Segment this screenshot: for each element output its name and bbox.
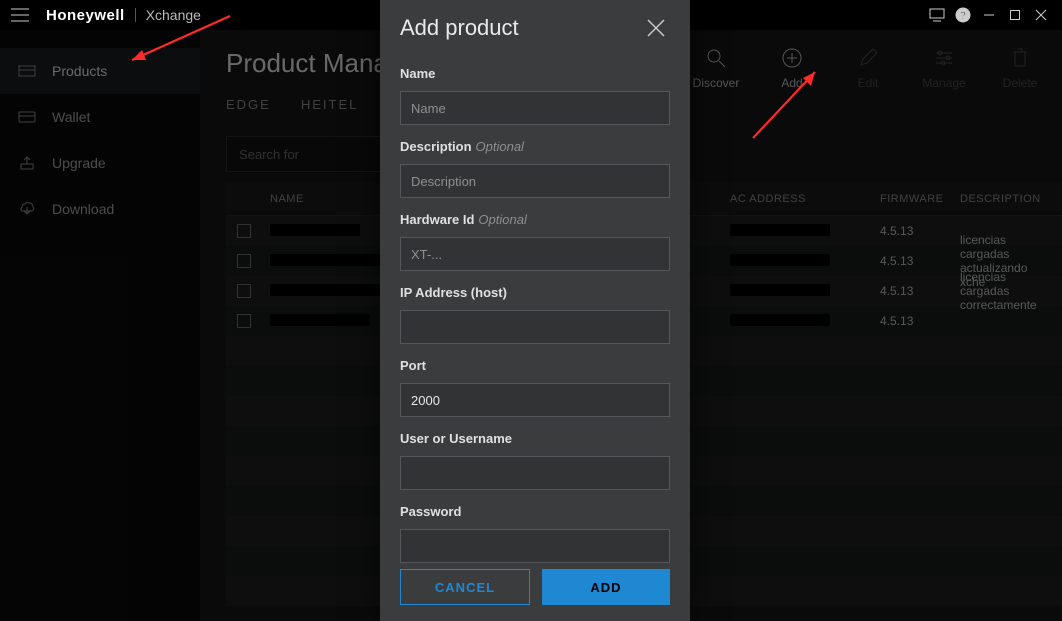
tab-edge[interactable]: EDGE bbox=[226, 97, 271, 122]
toolbar-label: Add bbox=[781, 76, 802, 90]
modal-title: Add product bbox=[400, 15, 519, 41]
sidebar: Products Wallet Upgrade Download bbox=[0, 30, 200, 621]
hamburger-menu-icon[interactable] bbox=[8, 3, 32, 27]
redacted-mac bbox=[730, 314, 830, 326]
port-input[interactable] bbox=[400, 383, 670, 417]
cancel-button[interactable]: CANCEL bbox=[400, 569, 530, 605]
row-checkbox[interactable] bbox=[237, 224, 251, 238]
tab-heitel[interactable]: HEITEL bbox=[301, 97, 359, 122]
sidebar-item-wallet[interactable]: Wallet bbox=[0, 94, 200, 140]
sidebar-item-label: Upgrade bbox=[52, 155, 106, 171]
firmware-cell: 4.5.13 bbox=[872, 284, 952, 298]
delete-button: Delete bbox=[992, 44, 1048, 90]
sidebar-item-label: Wallet bbox=[52, 109, 90, 125]
sidebar-item-products[interactable]: Products bbox=[0, 48, 200, 94]
pencil-icon bbox=[854, 44, 882, 72]
hardware-id-input[interactable] bbox=[400, 237, 670, 271]
row-checkbox[interactable] bbox=[237, 254, 251, 268]
add-confirm-button[interactable]: ADD bbox=[542, 569, 670, 605]
window-maximize-icon[interactable] bbox=[1002, 2, 1028, 28]
col-description[interactable]: DESCRIPTION bbox=[952, 193, 1062, 205]
description-input[interactable] bbox=[400, 164, 670, 198]
sidebar-item-download[interactable]: Download bbox=[0, 186, 200, 232]
name-label: Name bbox=[400, 66, 670, 81]
brand-divider bbox=[135, 8, 136, 22]
cast-icon[interactable] bbox=[924, 2, 950, 28]
close-icon[interactable] bbox=[642, 14, 670, 42]
toolbar-label: Discover bbox=[693, 76, 740, 90]
trash-icon bbox=[1006, 44, 1034, 72]
add-button[interactable]: Add bbox=[764, 44, 820, 90]
firmware-cell: 4.5.13 bbox=[872, 254, 952, 268]
toolbar: Discover Add Edit Manage Delete bbox=[688, 44, 1048, 90]
window-close-icon[interactable] bbox=[1028, 2, 1054, 28]
password-label: Password bbox=[400, 504, 670, 519]
sidebar-item-upgrade[interactable]: Upgrade bbox=[0, 140, 200, 186]
toolbar-label: Edit bbox=[858, 76, 879, 90]
edit-button: Edit bbox=[840, 44, 896, 90]
description-cell: licencias cargadas correctamente bbox=[952, 270, 1062, 312]
discover-button[interactable]: Discover bbox=[688, 44, 744, 90]
col-firmware[interactable]: FIRMWARE bbox=[872, 193, 952, 205]
help-icon[interactable]: ? bbox=[950, 2, 976, 28]
window-minimize-icon[interactable] bbox=[976, 2, 1002, 28]
upgrade-icon bbox=[18, 154, 36, 172]
wallet-icon bbox=[18, 108, 36, 126]
sidebar-item-label: Products bbox=[52, 63, 107, 79]
search-icon bbox=[702, 44, 730, 72]
col-mac[interactable]: AC ADDRESS bbox=[722, 193, 872, 205]
hardware-id-label: Hardware IdOptional bbox=[400, 212, 670, 227]
app-name: Xchange bbox=[146, 7, 201, 23]
toolbar-label: Delete bbox=[1003, 76, 1038, 90]
ip-address-label: IP Address (host) bbox=[400, 285, 670, 300]
add-product-modal: Add product Name DescriptionOptional Har… bbox=[380, 0, 690, 621]
brand-logo: Honeywell bbox=[46, 7, 125, 24]
sliders-icon bbox=[930, 44, 958, 72]
plus-circle-icon bbox=[778, 44, 806, 72]
manage-button: Manage bbox=[916, 44, 972, 90]
svg-text:?: ? bbox=[960, 10, 967, 22]
sidebar-item-label: Download bbox=[52, 201, 114, 217]
row-checkbox[interactable] bbox=[237, 284, 251, 298]
toolbar-label: Manage bbox=[922, 76, 965, 90]
page-title: Product Mana bbox=[226, 48, 388, 79]
redacted-mac bbox=[730, 224, 830, 236]
products-icon bbox=[18, 62, 36, 80]
row-checkbox[interactable] bbox=[237, 314, 251, 328]
download-icon bbox=[18, 200, 36, 218]
redacted-mac bbox=[730, 254, 830, 266]
ip-address-input[interactable] bbox=[400, 310, 670, 344]
username-label: User or Username bbox=[400, 431, 670, 446]
redacted-name bbox=[270, 314, 370, 326]
redacted-name bbox=[270, 254, 390, 266]
username-input[interactable] bbox=[400, 456, 670, 490]
firmware-cell: 4.5.13 bbox=[872, 314, 952, 328]
name-input[interactable] bbox=[400, 91, 670, 125]
redacted-mac bbox=[730, 284, 830, 296]
password-input[interactable] bbox=[400, 529, 670, 563]
port-label: Port bbox=[400, 358, 670, 373]
firmware-cell: 4.5.13 bbox=[872, 224, 952, 238]
description-label: DescriptionOptional bbox=[400, 139, 670, 154]
redacted-name bbox=[270, 224, 360, 236]
